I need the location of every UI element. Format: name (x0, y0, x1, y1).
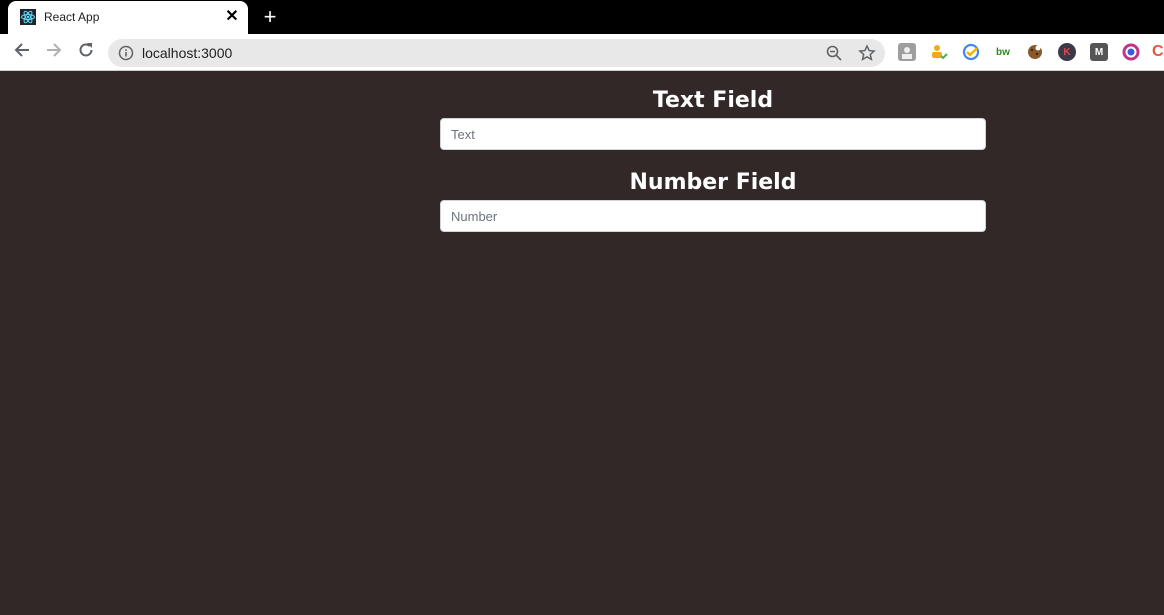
tab-strip: React App ✕ + (0, 0, 1164, 34)
cookie-extension-icon[interactable] (1026, 43, 1044, 61)
back-button[interactable] (10, 40, 34, 64)
new-tab-button[interactable]: + (258, 5, 282, 29)
todo-extension-icon[interactable] (930, 43, 948, 61)
browser-tab[interactable]: React App ✕ (8, 1, 248, 34)
k-extension-icon[interactable]: K (1058, 43, 1076, 61)
reload-button[interactable] (74, 40, 98, 64)
color-ring-extension-icon[interactable] (1122, 43, 1140, 61)
url-text: localhost:3000 (142, 45, 233, 61)
close-tab-icon[interactable]: ✕ (222, 7, 242, 27)
page-content: Text Field Number Field (0, 71, 1164, 615)
text-field-group: Text Field (440, 86, 986, 150)
number-field-group: Number Field (440, 168, 986, 232)
profile-extension-icon[interactable] (898, 43, 916, 61)
browser-toolbar: localhost:3000 bw K M C (0, 34, 1164, 71)
forward-button[interactable] (42, 40, 66, 64)
arrow-left-icon (13, 41, 31, 64)
arrow-right-icon (45, 41, 63, 64)
bw-extension-icon[interactable]: bw (994, 43, 1012, 61)
reload-icon (77, 41, 95, 64)
text-field-label: Text Field (652, 88, 774, 113)
number-input[interactable] (440, 200, 986, 232)
bookmark-star-icon[interactable] (858, 44, 876, 62)
tab-title: React App (44, 10, 100, 24)
c-extension-icon[interactable]: C (1152, 43, 1164, 61)
react-icon (20, 9, 36, 25)
address-bar[interactable]: localhost:3000 (108, 39, 885, 67)
m-extension-icon[interactable]: M (1090, 43, 1108, 61)
info-icon[interactable] (118, 45, 134, 61)
number-field-label: Number Field (629, 170, 797, 195)
zoom-out-icon[interactable] (825, 44, 843, 62)
text-input[interactable] (440, 118, 986, 150)
check-extension-icon[interactable] (962, 43, 980, 61)
